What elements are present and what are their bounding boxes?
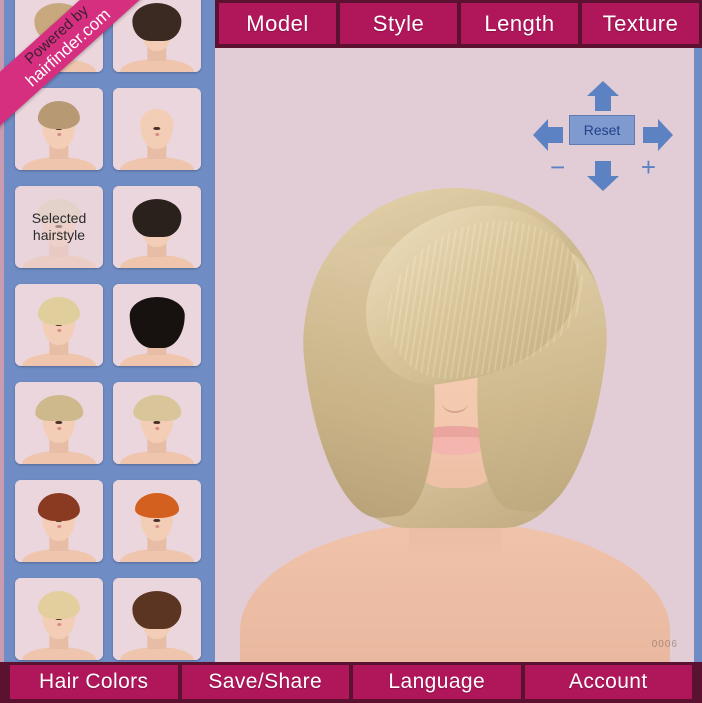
- bottom-tab-account[interactable]: Account: [524, 665, 692, 699]
- hairstyle-thumbnail[interactable]: [113, 0, 201, 72]
- hairstyle-thumbnail[interactable]: [15, 382, 103, 464]
- thumbnail-portrait: [15, 382, 103, 464]
- thumbnail-portrait: [113, 0, 201, 72]
- selected-label-line-2: hairstyle: [32, 227, 86, 243]
- hairstyle-thumbnail-sidebar[interactable]: Selected hairstyle: [0, 0, 215, 662]
- bottom-tab-language[interactable]: Language: [353, 665, 521, 699]
- hairstyle-thumbnail[interactable]: [113, 382, 201, 464]
- selected-label-line-1: Selected: [31, 209, 87, 226]
- hairstyle-thumbnail[interactable]: [113, 480, 201, 562]
- hairstyle-thumbnail[interactable]: [113, 284, 201, 366]
- thumbnail-portrait: [113, 382, 201, 464]
- hairstyle-thumbnail[interactable]: [15, 284, 103, 366]
- hairstyle-app: Selected hairstyle 0006 Reset − + Model …: [0, 0, 702, 703]
- hairstyle-thumbnail[interactable]: [113, 88, 201, 170]
- thumbnail-portrait: [15, 578, 103, 660]
- top-tab-style[interactable]: Style: [340, 3, 457, 44]
- bottom-tab-hair-colors[interactable]: Hair Colors: [10, 665, 178, 699]
- image-position-controls: Reset − +: [528, 80, 678, 192]
- reset-button[interactable]: Reset: [569, 115, 635, 145]
- zoom-out-button[interactable]: −: [550, 154, 565, 180]
- thumbnail-portrait: [113, 284, 201, 366]
- thumbnail-grid: Selected hairstyle: [4, 0, 215, 662]
- hairstyle-thumbnail[interactable]: Selected hairstyle: [15, 186, 103, 268]
- hairstyle-thumbnail[interactable]: [113, 578, 201, 660]
- hairstyle-thumbnail[interactable]: [15, 578, 103, 660]
- bottom-tab-bar: Hair Colors Save/Share Language Account: [0, 662, 702, 703]
- thumbnail-portrait: [113, 186, 201, 268]
- model-preview-stage[interactable]: 0006 Reset − +: [215, 48, 702, 662]
- thumbnail-portrait: [15, 88, 103, 170]
- thumbnail-portrait: [113, 578, 201, 660]
- model-nose: [441, 393, 468, 413]
- hairstyle-thumbnail[interactable]: [113, 186, 201, 268]
- arrow-down-icon[interactable]: [586, 160, 620, 197]
- hairstyle-thumbnail[interactable]: [15, 0, 103, 72]
- thumbnail-portrait: [15, 284, 103, 366]
- top-tab-length[interactable]: Length: [461, 3, 578, 44]
- hairstyle-thumbnail[interactable]: [15, 88, 103, 170]
- hairstyle-thumbnail[interactable]: [15, 480, 103, 562]
- selected-hairstyle-label: Selected hairstyle: [15, 186, 103, 268]
- arrow-up-icon[interactable]: [586, 80, 620, 117]
- zoom-in-button[interactable]: +: [641, 154, 656, 180]
- top-tab-texture[interactable]: Texture: [582, 3, 699, 44]
- thumbnail-portrait: [113, 480, 201, 562]
- thumbnail-portrait: [113, 88, 201, 170]
- top-tab-bar: Model Style Length Texture: [215, 0, 702, 48]
- thumbnail-portrait: [15, 480, 103, 562]
- bottom-tab-save-share[interactable]: Save/Share: [181, 665, 349, 699]
- photo-code-watermark: 0006: [651, 639, 678, 650]
- top-tab-model[interactable]: Model: [219, 3, 336, 44]
- thumbnail-portrait: [15, 0, 103, 72]
